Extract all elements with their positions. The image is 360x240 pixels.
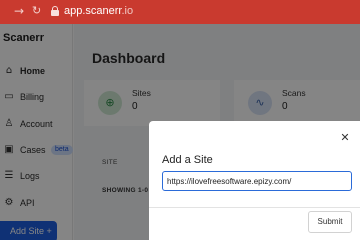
address-bar[interactable]: app.scanerr.io	[64, 4, 133, 18]
divider	[149, 207, 360, 208]
arrow-right-icon[interactable]: →	[14, 3, 24, 19]
add-site-modal: ✕ Add a Site Submit	[149, 121, 360, 240]
modal-title: Add a Site	[162, 154, 213, 166]
close-icon[interactable]: ✕	[338, 131, 352, 145]
lock-icon[interactable]	[51, 6, 59, 16]
reload-icon[interactable]: ↻	[32, 3, 41, 19]
submit-button[interactable]: Submit	[308, 211, 352, 233]
site-url-input[interactable]	[162, 171, 352, 191]
browser-toolbar: → ↻ app.scanerr.io	[0, 0, 360, 24]
